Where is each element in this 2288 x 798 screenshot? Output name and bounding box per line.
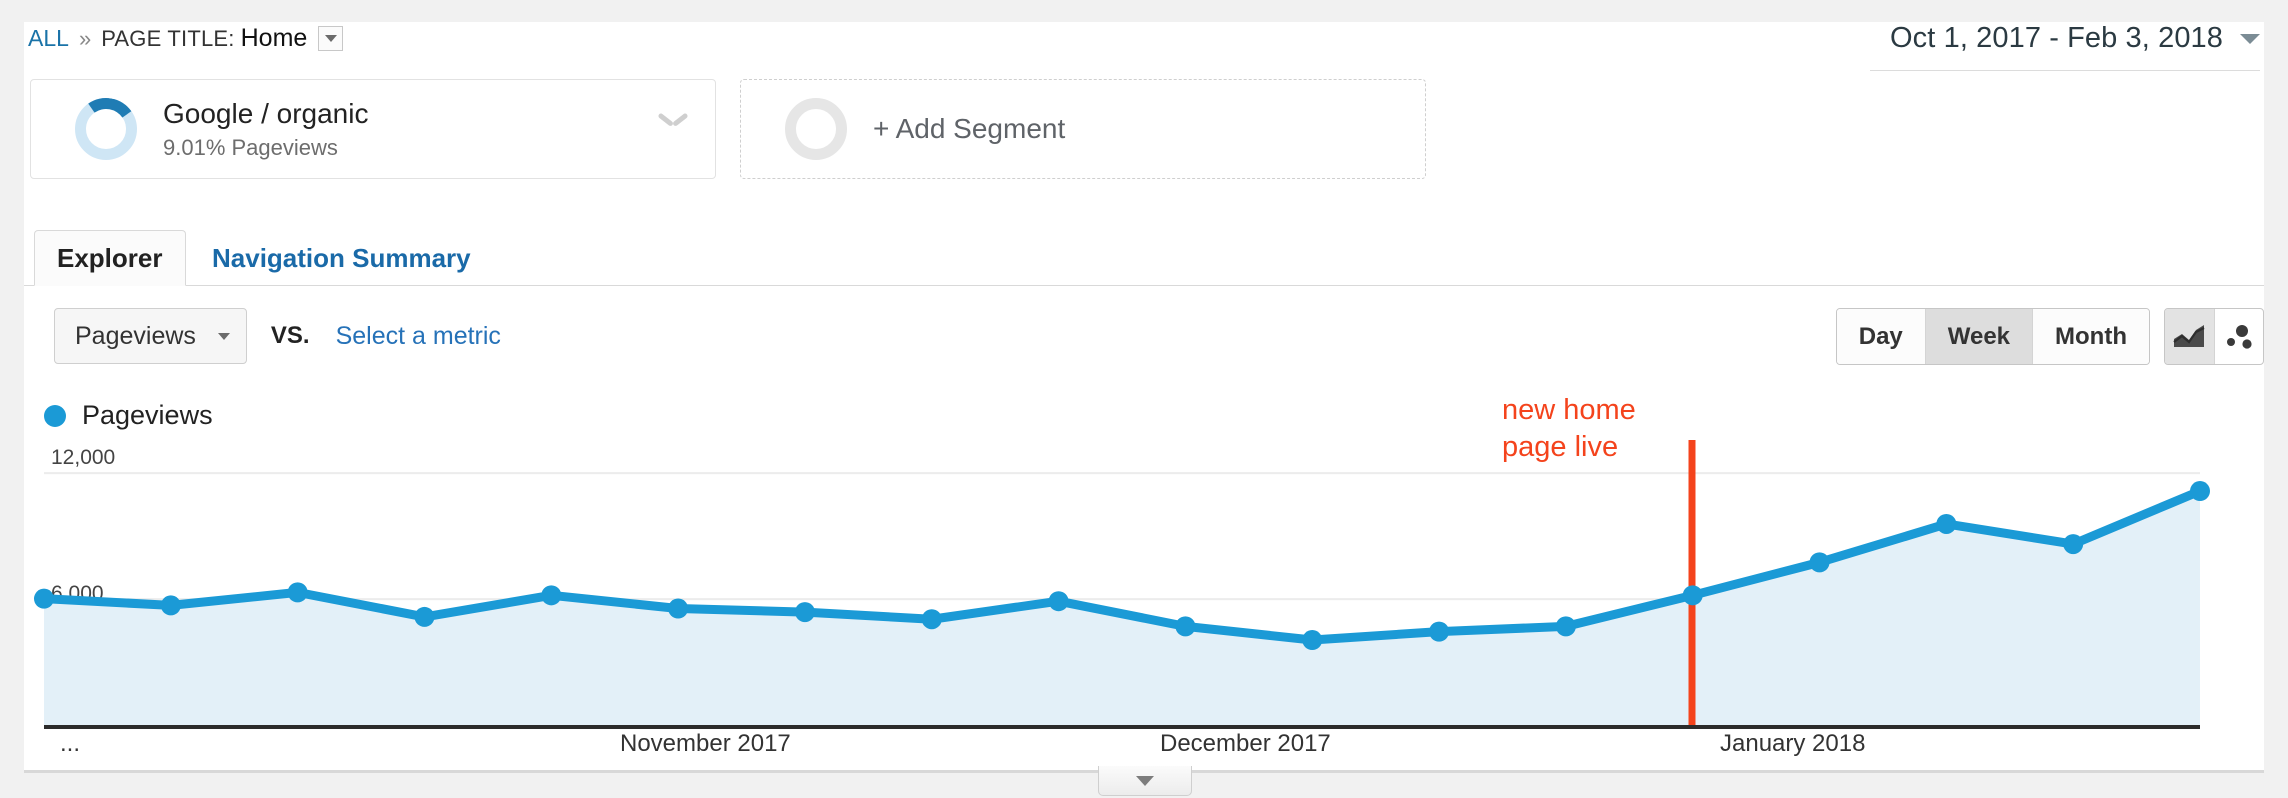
breadcrumb-all-link[interactable]: ALL xyxy=(28,25,69,52)
line-chart-view-button[interactable] xyxy=(2165,309,2214,364)
tab-explorer[interactable]: Explorer xyxy=(34,230,186,286)
add-segment-donut-icon xyxy=(785,98,847,160)
tab-navigation-summary[interactable]: Navigation Summary xyxy=(190,230,493,286)
breadcrumb-dropdown-button[interactable] xyxy=(318,26,344,51)
legend-series-label: Pageviews xyxy=(82,400,213,430)
date-range-label: Oct 1, 2017 - Feb 3, 2018 xyxy=(1890,22,2223,54)
chevron-down-icon xyxy=(324,35,337,42)
granularity-week-button[interactable]: Week xyxy=(1925,309,2034,364)
x-axis-tick-label-0: ... xyxy=(60,730,81,757)
x-axis-tick-label-2: December 2017 xyxy=(1160,730,1331,757)
versus-label: VS. xyxy=(270,322,310,349)
motion-chart-view-button[interactable] xyxy=(2213,309,2263,364)
date-range-underline xyxy=(1870,70,2260,71)
chevron-down-icon xyxy=(2240,33,2260,44)
granularity-week-label: Week xyxy=(1947,322,2011,350)
chart-type-toggle-group xyxy=(2164,308,2264,365)
chevron-down-icon xyxy=(217,332,230,340)
granularity-month-label: Month xyxy=(2055,322,2127,350)
x-axis-tick-label-3: January 2018 xyxy=(1720,730,1866,757)
chart-legend: Pageviews xyxy=(44,400,213,431)
chart-canvas xyxy=(34,440,2210,729)
granularity-day-button[interactable]: Day xyxy=(1836,309,1926,364)
breadcrumb: ALL » PAGE TITLE: Home xyxy=(28,24,344,53)
pageviews-timeseries-chart[interactable] xyxy=(24,440,2264,735)
chevron-down-icon xyxy=(1136,775,1154,786)
primary-metric-select[interactable]: Pageviews xyxy=(54,308,247,364)
segment-card-google-organic[interactable]: Google / organic 9.01% Pageviews xyxy=(30,79,716,179)
tab-explorer-label: Explorer xyxy=(57,242,163,273)
metric-control-row: Pageviews VS. Select a metric xyxy=(54,308,501,364)
report-tabs: Explorer Navigation Summary xyxy=(24,230,2264,286)
granularity-month-button[interactable]: Month xyxy=(2033,309,2149,364)
select-secondary-metric-link[interactable]: Select a metric xyxy=(336,322,501,351)
segment-text: Google / organic 9.01% Pageviews xyxy=(163,98,368,161)
x-axis-labels: ... November 2017 December 2017 January … xyxy=(0,730,2288,770)
breadcrumb-dimension-value: Home xyxy=(240,24,308,52)
legend-color-swatch xyxy=(44,404,66,427)
segment-bar: Google / organic 9.01% Pageviews + Add S… xyxy=(30,79,1426,179)
page-top-strip xyxy=(0,0,2288,22)
analytics-report-page: ALL » PAGE TITLE: Home Oct 1, 2017 - Feb… xyxy=(0,0,2288,798)
add-segment-card[interactable]: + Add Segment xyxy=(740,79,1426,179)
breadcrumb-separator: » xyxy=(78,25,92,51)
granularity-toggle-group: Day Week Month xyxy=(1835,308,2150,365)
segment-title: Google / organic xyxy=(163,97,369,129)
tab-navigation-summary-label: Navigation Summary xyxy=(212,242,471,273)
line-chart-icon xyxy=(2173,324,2205,347)
primary-metric-label: Pageviews xyxy=(75,321,196,350)
segment-subtitle: 9.01% Pageviews xyxy=(163,134,338,160)
date-range-picker[interactable]: Oct 1, 2017 - Feb 3, 2018 xyxy=(1890,22,2260,55)
segment-donut-icon xyxy=(70,93,142,165)
segment-options-chevron-down-icon[interactable] xyxy=(659,110,687,126)
motion-chart-icon xyxy=(2226,324,2252,349)
add-segment-label: + Add Segment xyxy=(873,113,1066,144)
x-axis-tick-label-1: November 2017 xyxy=(620,730,791,757)
breadcrumb-dimension-key: PAGE TITLE: xyxy=(101,25,235,51)
chart-expander-button[interactable] xyxy=(1098,766,1192,796)
granularity-day-label: Day xyxy=(1858,322,1903,350)
annotation-line-1: new home xyxy=(1502,394,1636,426)
